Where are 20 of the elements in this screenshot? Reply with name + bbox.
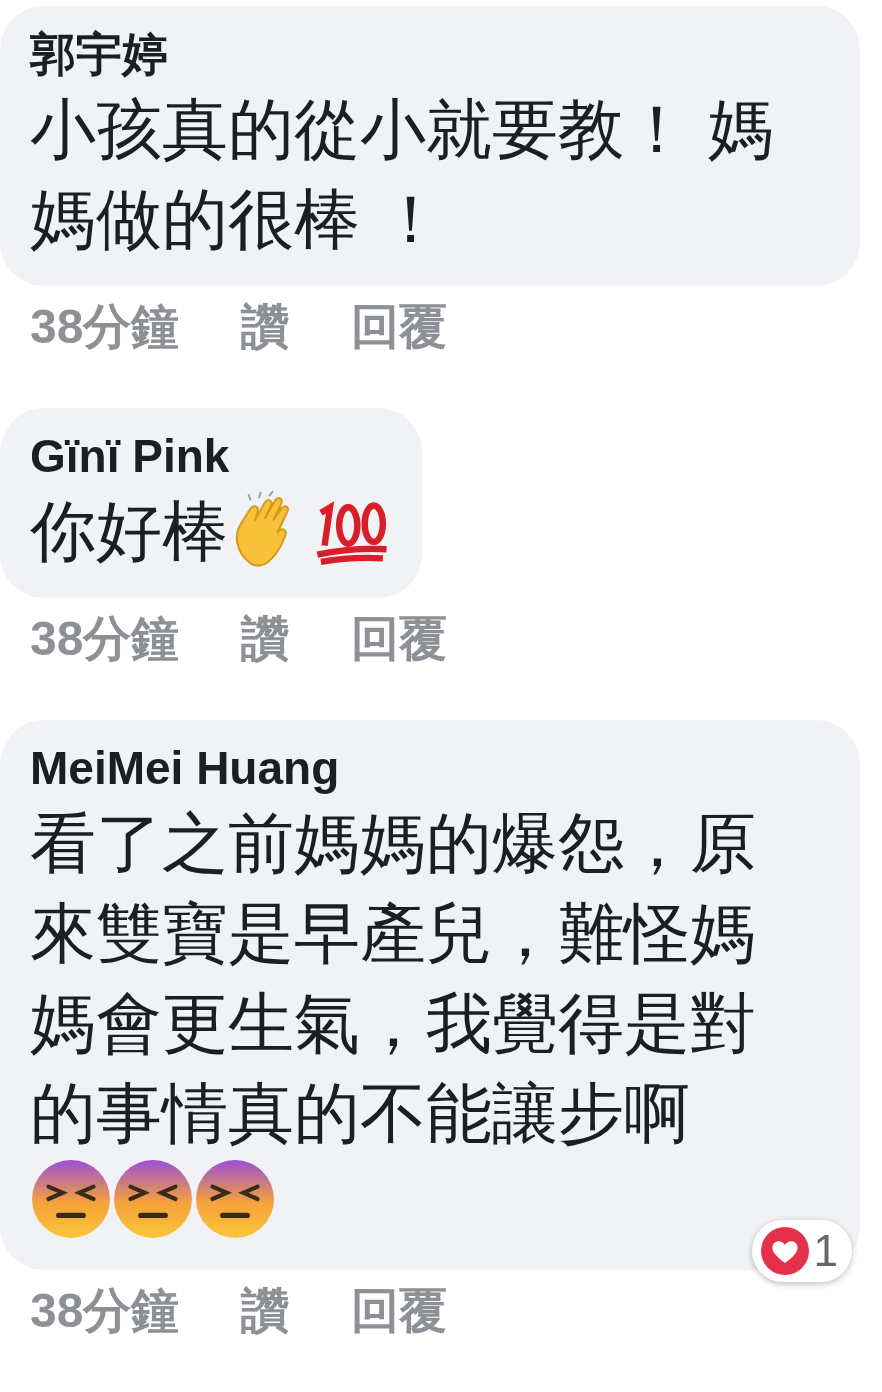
comment-text: 小孩真的從小就要教！ 媽媽做的很棒 ！ [30, 92, 775, 256]
comment-time: 38分鐘 [30, 611, 180, 667]
comment-text: 看了之前媽媽的爆怨，原來雙寶是早產兒，難怪媽媽會更生氣，我覺得是對的事情真的不能讓步啊 [30, 806, 756, 1150]
persevering-face-icon [112, 1158, 194, 1240]
author-name[interactable]: 郭宇婷 [30, 24, 830, 84]
reply-link[interactable]: 回覆 [351, 292, 448, 362]
author-name[interactable]: MeiMei Huang [30, 738, 830, 798]
persevering-face-icon [194, 1158, 276, 1240]
like-link[interactable]: 讚 [241, 604, 290, 674]
like-link[interactable]: 讚 [241, 1276, 290, 1346]
comment-time: 38分鐘 [30, 299, 180, 355]
author-name[interactable]: Gïnï Pink [30, 426, 392, 486]
comment-time: 38分鐘 [30, 1283, 180, 1339]
reply-link[interactable]: 回覆 [351, 1276, 448, 1346]
reaction-badge[interactable]: 1 [751, 1220, 852, 1282]
comment-text: 你好棒 [30, 493, 228, 570]
like-link[interactable]: 讚 [241, 292, 290, 362]
persevering-face-icon [30, 1158, 112, 1240]
reaction-count: 1 [813, 1226, 838, 1276]
reply-link[interactable]: 回覆 [351, 604, 448, 674]
